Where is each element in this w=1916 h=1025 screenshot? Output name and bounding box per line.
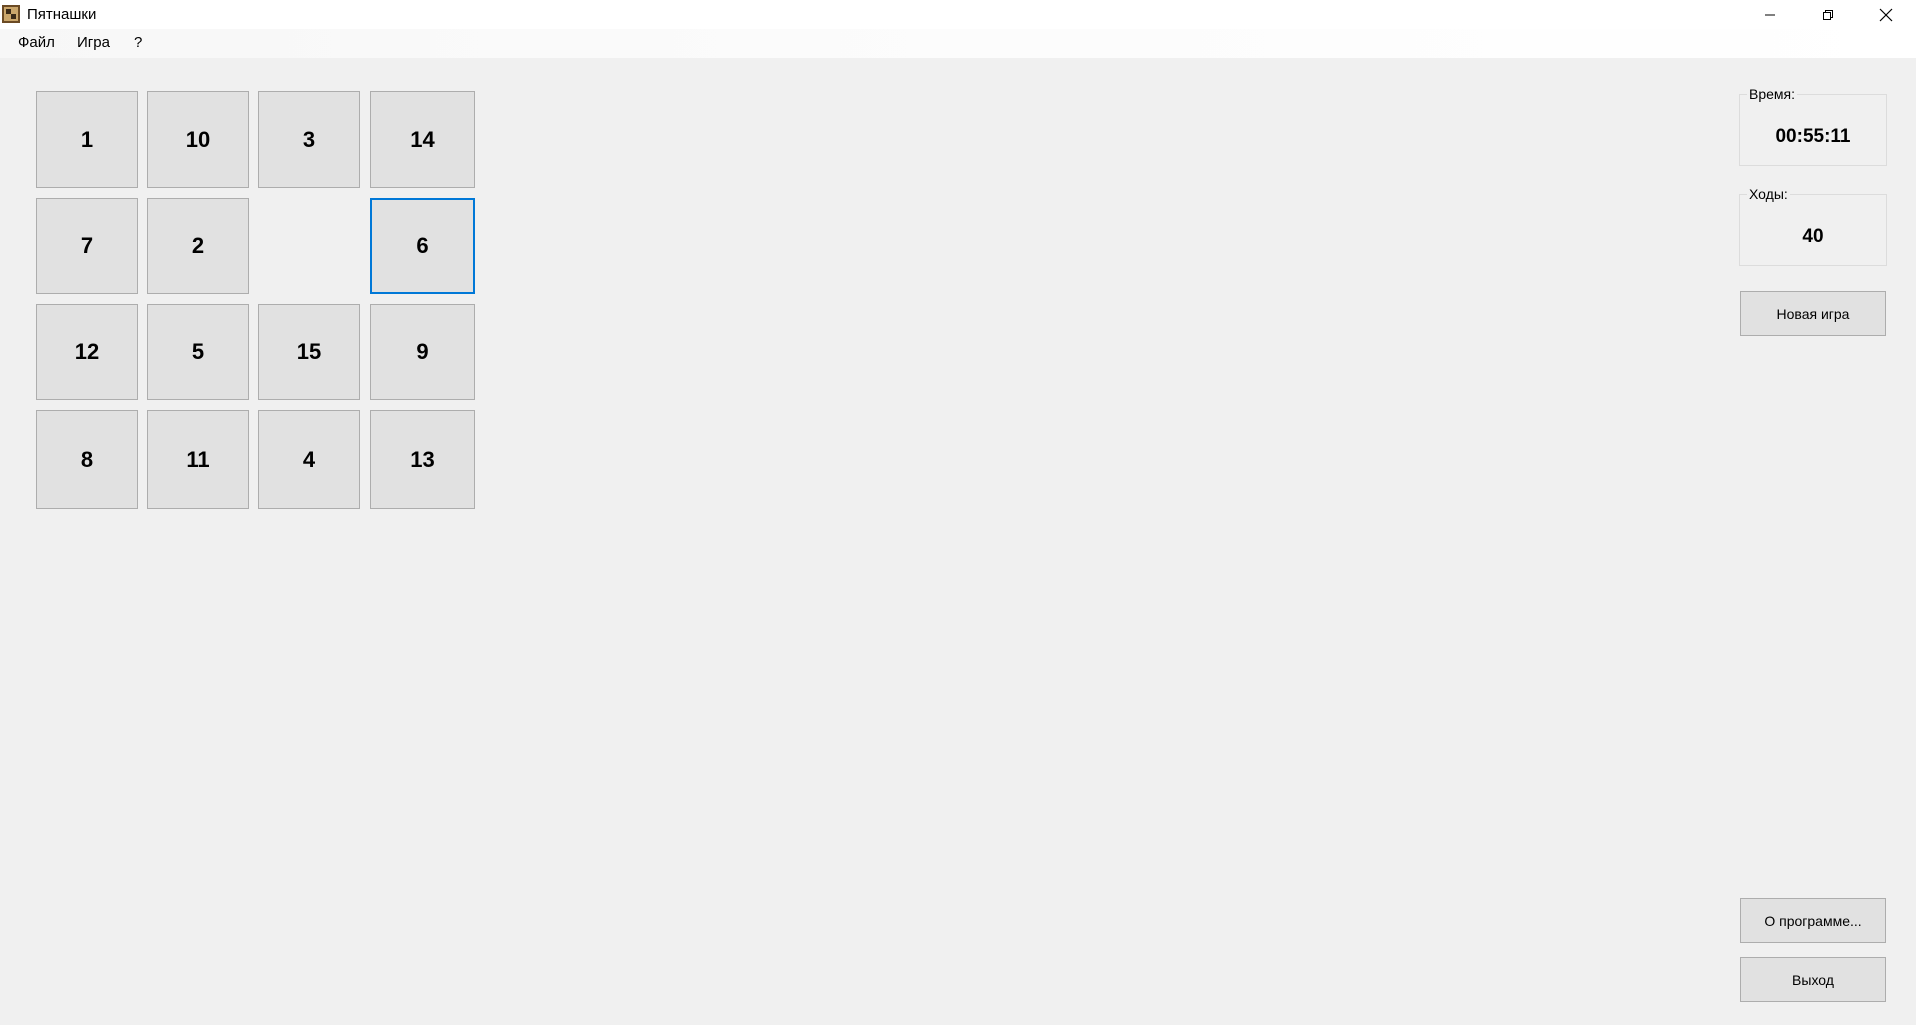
close-icon (1879, 8, 1893, 21)
new-game-button[interactable]: Новая игра (1740, 291, 1886, 336)
menu-help[interactable]: ? (131, 34, 145, 52)
title-bar: Пятнашки (0, 0, 1916, 29)
tile[interactable]: 5 (147, 304, 249, 400)
tile-selected[interactable]: 6 (370, 198, 475, 294)
tile[interactable]: 10 (147, 91, 249, 188)
tile[interactable]: 13 (370, 410, 475, 509)
menu-file[interactable]: Файл (15, 34, 58, 52)
tile[interactable]: 2 (147, 198, 249, 294)
exit-button[interactable]: Выход (1740, 957, 1886, 1002)
time-value: 00:55:11 (1775, 126, 1851, 147)
tile[interactable]: 8 (36, 410, 138, 509)
minimize-icon (1765, 14, 1775, 15)
tile[interactable]: 4 (258, 410, 360, 509)
tile[interactable]: 3 (258, 91, 360, 188)
close-button[interactable] (1857, 0, 1915, 29)
moves-group: Ходы: 40 (1739, 186, 1887, 266)
tile[interactable]: 9 (370, 304, 475, 400)
menu-game[interactable]: Игра (74, 34, 113, 52)
about-button[interactable]: О программе... (1740, 898, 1886, 943)
tile[interactable]: 15 (258, 304, 360, 400)
tile[interactable]: 12 (36, 304, 138, 400)
window-title: Пятнашки (27, 6, 97, 23)
restore-icon (1823, 9, 1833, 20)
app-icon[interactable] (2, 5, 20, 23)
moves-value: 40 (1802, 226, 1824, 247)
tile[interactable]: 7 (36, 198, 138, 294)
time-group: Время: 00:55:11 (1739, 86, 1887, 166)
moves-label: Ходы: (1747, 186, 1790, 202)
menu-bar: Файл Игра ? (0, 29, 1916, 58)
time-label: Время: (1747, 86, 1798, 102)
tile[interactable]: 11 (147, 410, 249, 509)
tile[interactable]: 14 (370, 91, 475, 188)
tile[interactable]: 1 (36, 91, 138, 188)
restore-button[interactable] (1799, 0, 1857, 29)
empty-cell (258, 198, 360, 294)
minimize-button[interactable] (1741, 0, 1799, 29)
